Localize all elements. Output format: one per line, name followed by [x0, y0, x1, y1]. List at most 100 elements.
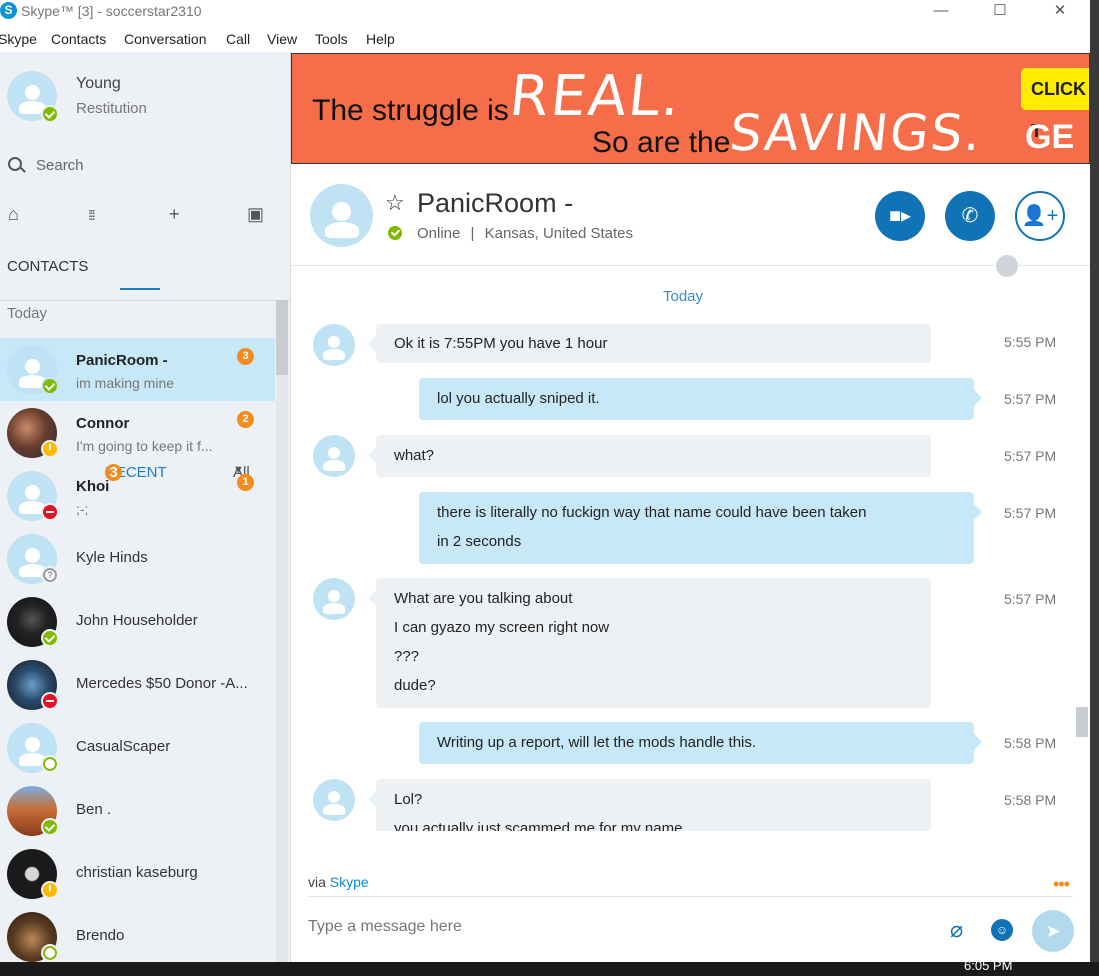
incoming-message[interactable]: What are you talking about I can gyazo m… [368, 578, 931, 708]
contacts-scrollbar[interactable] [276, 300, 288, 962]
add-participant-button[interactable]: 👤+ [1015, 191, 1065, 241]
search-box[interactable]: Search [8, 156, 84, 174]
ad-banner[interactable]: The struggle is REAL. So are the SAVINGS… [291, 53, 1090, 164]
incoming-message[interactable]: Lol? you actually just scammed me for my… [368, 779, 931, 831]
contact-item[interactable]: Brendo [0, 905, 275, 962]
clipped-message-container: Lol? you actually just scammed me for my… [300, 779, 1000, 831]
dialpad-icon[interactable]: ⁞⁞⁞ [88, 207, 96, 223]
message-avatar[interactable] [313, 578, 355, 620]
menu-conversation[interactable]: Conversation [124, 31, 207, 47]
scrollbar-thumb[interactable] [276, 300, 288, 375]
contact-item[interactable]: Mercedes $50 Donor -A... [0, 653, 275, 716]
conversation-title[interactable]: PanicRoom - [417, 188, 573, 219]
message-text: in 2 seconds [437, 533, 522, 550]
contact-item[interactable]: christian kaseburg [0, 842, 275, 905]
add-person-icon: 👤+ [1021, 205, 1059, 227]
ad-text-real: REAL. [506, 64, 686, 129]
outgoing-message[interactable]: there is literally no fuckign way that n… [419, 492, 982, 564]
home-icon[interactable]: ⌂ [8, 204, 19, 225]
taskbar-clock: 6:05 PM [964, 958, 1013, 973]
via-skype-link[interactable]: Skype [330, 874, 369, 890]
ad-text-line1: The struggle is [312, 94, 509, 127]
contact-last-message: im making mine [76, 375, 175, 391]
background-window-edge [1090, 0, 1099, 962]
away-status-icon [41, 881, 59, 899]
location-text: Kansas, United States [484, 225, 634, 242]
message-text: Ok it is 7:55PM you have 1 hour [394, 335, 608, 352]
via-prefix: via [308, 874, 326, 890]
add-icon[interactable]: + [169, 204, 180, 225]
contact-name: christian kaseburg [76, 864, 198, 881]
menu-tools[interactable]: Tools [315, 31, 348, 47]
conversation-avatar[interactable] [310, 184, 373, 247]
maximize-button[interactable]: ☐ [977, 0, 1023, 24]
contact-name: Kyle Hinds [76, 549, 148, 566]
ad-cta-button[interactable]: CLICK T [1021, 68, 1089, 141]
close-button[interactable]: ✕ [1037, 0, 1083, 24]
contact-item[interactable]: ? Kyle Hinds [0, 527, 275, 590]
favorite-star-icon[interactable]: ☆ [385, 190, 405, 216]
menu-contacts[interactable]: Contacts [51, 31, 106, 47]
contact-item[interactable]: Connor I'm going to keep it f... 2 [0, 401, 275, 464]
section-divider [0, 300, 290, 301]
menu-skype[interactable]: Skype [0, 31, 37, 47]
contact-last-message: ;-; [76, 501, 89, 517]
message-text: there is literally no fuckign way that n… [437, 504, 867, 521]
message-timestamp: 5:55 PM [1004, 334, 1057, 350]
outgoing-message[interactable]: lol you actually sniped it. [419, 378, 982, 420]
online-status-icon [41, 377, 59, 395]
video-call-button[interactable]: ■▸ [875, 191, 925, 241]
unknown-status-icon: ? [41, 566, 59, 584]
ad-text-savings: SAVINGS. [726, 104, 986, 162]
date-divider: Today [663, 288, 704, 305]
contact-last-message: I'm going to keep it f... [76, 438, 213, 454]
contact-name: PanicRoom - [76, 352, 168, 369]
contact-item[interactable]: John Householder [0, 590, 275, 653]
menu-help[interactable]: Help [366, 31, 395, 47]
tab-indicator [120, 288, 160, 290]
message-timestamp: 5:57 PM [1004, 391, 1057, 407]
menu-call[interactable]: Call [226, 31, 250, 47]
menu-view[interactable]: View [267, 31, 297, 47]
emoticon-icon[interactable]: ☺ [991, 919, 1013, 941]
contact-item[interactable]: PanicRoom - im making mine 3 [0, 338, 275, 401]
ad-text-tail: GE [1025, 118, 1075, 156]
incoming-message[interactable]: what? [368, 435, 931, 477]
skype-logo-icon: S [0, 2, 17, 19]
message-avatar[interactable] [313, 435, 355, 477]
online-status-icon [41, 629, 59, 647]
chat-scrollbar[interactable] [1076, 266, 1088, 832]
outgoing-message[interactable]: Writing up a report, will let the mods h… [419, 722, 982, 764]
skype-window: S Skype™ [3] - soccerstar2310 — ☐ ✕ Skyp… [0, 0, 1090, 962]
message-timestamp: 5:58 PM [1004, 735, 1057, 751]
online-status-icon [388, 226, 402, 240]
dnd-status-icon [41, 692, 59, 710]
message-avatar[interactable] [313, 324, 355, 366]
contact-item[interactable]: Khoi ;-; 1 [0, 464, 275, 527]
attachment-icon[interactable]: ⌀ [950, 917, 963, 943]
more-options-icon[interactable]: ••• [1053, 874, 1070, 895]
contact-name: Khoi [76, 478, 110, 495]
offline-status-icon [41, 944, 59, 962]
profile-name[interactable]: Young [76, 75, 121, 93]
message-timestamp: 5:58 PM [1004, 792, 1057, 808]
incoming-message[interactable]: Ok it is 7:55PM you have 1 hour [368, 324, 931, 363]
status-text: Online [417, 225, 461, 242]
bot-icon[interactable]: ▣ [247, 204, 264, 225]
contact-item[interactable]: Ben . [0, 779, 275, 842]
message-text: ??? [394, 648, 420, 665]
tab-contacts[interactable]: CONTACTS [7, 258, 88, 275]
send-button[interactable]: ➤ [1032, 910, 1074, 952]
audio-call-button[interactable]: ✆ [945, 191, 995, 241]
message-text: dude? [394, 677, 436, 694]
minimize-button[interactable]: — [918, 0, 964, 24]
contact-item[interactable]: CasualScaper [0, 716, 275, 779]
search-input[interactable]: Search [36, 157, 84, 174]
scrollbar-thumb[interactable] [1076, 707, 1088, 737]
online-status-icon [41, 105, 59, 123]
send-arrow-icon: ➤ [1045, 921, 1061, 941]
message-input[interactable]: Type a message here [308, 918, 462, 936]
message-text: Writing up a report, will let the mods h… [437, 734, 757, 751]
message-avatar[interactable] [313, 779, 355, 821]
message-text: you actually just scammed me for my name [394, 820, 683, 831]
